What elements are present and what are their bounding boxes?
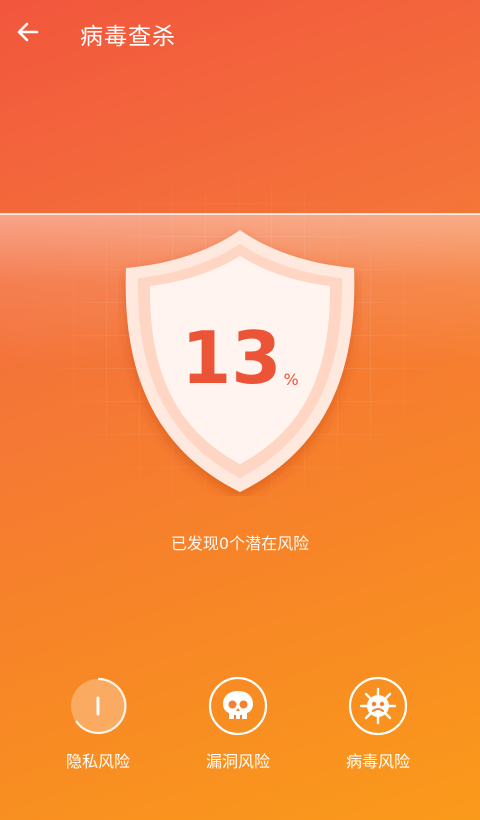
top-bar: 病毒查杀 [0,0,480,64]
privacy-scan-icon [68,676,128,736]
scan-status-text: 已发现0个潜在风险 [170,534,310,553]
skull-icon [208,676,268,736]
page-title: 病毒查杀 [80,24,176,50]
scan-sweep-line [0,213,480,215]
risk-label-virus: 病毒风险 [345,752,410,771]
arrow-left-icon [17,22,39,42]
back-button[interactable] [10,14,46,50]
progress-value: 13 [181,316,282,400]
risk-label-vulnerability: 漏洞风险 [205,752,270,771]
risk-label-privacy: 隐私风险 [65,752,130,771]
risk-item-virus[interactable]: 病毒风险 [318,676,438,772]
virus-icon [348,676,408,736]
progress-unit: % [283,370,299,389]
scan-progress: 13% [118,318,362,398]
risk-item-privacy[interactable]: 隐私风险 [38,676,158,772]
risk-item-vulnerability[interactable]: 漏洞风险 [178,676,298,772]
